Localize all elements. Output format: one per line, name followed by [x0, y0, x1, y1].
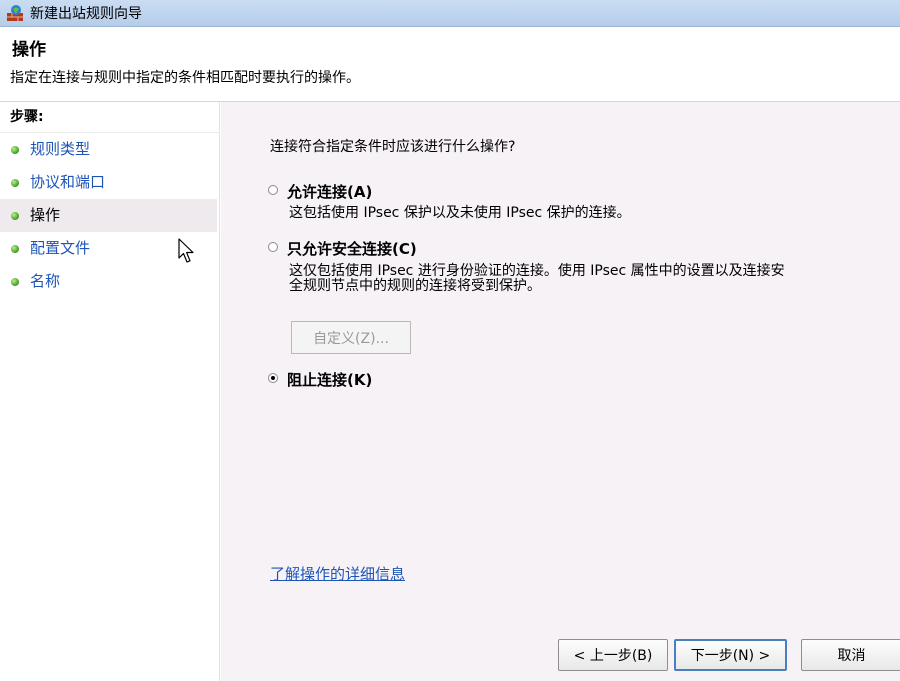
- customize-button[interactable]: 自定义(Z)...: [291, 321, 411, 354]
- secure-connection-option[interactable]: 只允许安全连接(C): [268, 238, 417, 259]
- allow-connection-radio[interactable]: [268, 185, 278, 195]
- option-label: 只允许安全连接(C): [287, 240, 417, 258]
- description-line: 这包括使用 IPsec 保护以及未使用 IPsec 保护的连接。: [289, 205, 631, 221]
- step-rule-type[interactable]: 规则类型: [0, 133, 217, 166]
- window-title: 新建出站规则向导: [30, 6, 142, 22]
- step-label: 协议和端口: [30, 173, 106, 191]
- learn-more-link[interactable]: 了解操作的详细信息: [270, 563, 405, 584]
- action-question: 连接符合指定条件时应该进行什么操作?: [270, 139, 516, 155]
- green-dot-icon: [11, 278, 19, 286]
- block-connection-radio[interactable]: [268, 373, 278, 383]
- back-button[interactable]: < 上一步(B): [558, 639, 668, 671]
- option-label: 阻止连接(K): [287, 371, 373, 389]
- content-pane: 连接符合指定条件时应该进行什么操作? 允许连接(A) 这包括使用 IPsec 保…: [221, 102, 900, 681]
- title-bar: 新建出站规则向导: [0, 0, 900, 27]
- option-label: 允许连接(A): [287, 183, 373, 201]
- next-button[interactable]: 下一步(N) >: [674, 639, 787, 671]
- green-dot-icon: [11, 212, 19, 220]
- description-line: 这仅包括使用 IPsec 进行身份验证的连接。使用 IPsec 属性中的设置以及…: [289, 263, 785, 279]
- step-label: 规则类型: [30, 140, 91, 158]
- page-title: 操作: [12, 40, 46, 60]
- description-line: 全规则节点中的规则的连接将受到保护。: [289, 278, 541, 294]
- allow-connection-option[interactable]: 允许连接(A): [268, 181, 372, 202]
- step-name[interactable]: 名称: [0, 265, 217, 298]
- step-action[interactable]: 操作: [0, 199, 217, 232]
- step-protocol-port[interactable]: 协议和端口: [0, 166, 217, 199]
- secure-connection-description: 这仅包括使用 IPsec 进行身份验证的连接。使用 IPsec 属性中的设置以及…: [289, 264, 869, 294]
- mouse-cursor-icon: [178, 238, 194, 263]
- green-dot-icon: [11, 146, 19, 154]
- steps-label: 步骤:: [0, 102, 219, 133]
- allow-connection-description: 这包括使用 IPsec 保护以及未使用 IPsec 保护的连接。: [289, 206, 869, 221]
- cancel-button[interactable]: 取消: [801, 639, 900, 671]
- step-label: 名称: [30, 272, 61, 290]
- green-dot-icon: [11, 245, 19, 253]
- wizard-header: 操作 指定在连接与规则中指定的条件相匹配时要执行的操作。: [0, 27, 900, 102]
- block-connection-option[interactable]: 阻止连接(K): [268, 369, 372, 390]
- step-label: 操作: [30, 206, 61, 224]
- steps-pane: 步骤: 规则类型 协议和端口 操作 配置文件 名称: [0, 102, 220, 681]
- green-dot-icon: [11, 179, 19, 187]
- firewall-wizard-icon: [7, 5, 23, 21]
- step-label: 配置文件: [30, 239, 91, 257]
- secure-connection-radio[interactable]: [268, 242, 278, 252]
- page-subtitle: 指定在连接与规则中指定的条件相匹配时要执行的操作。: [10, 70, 360, 86]
